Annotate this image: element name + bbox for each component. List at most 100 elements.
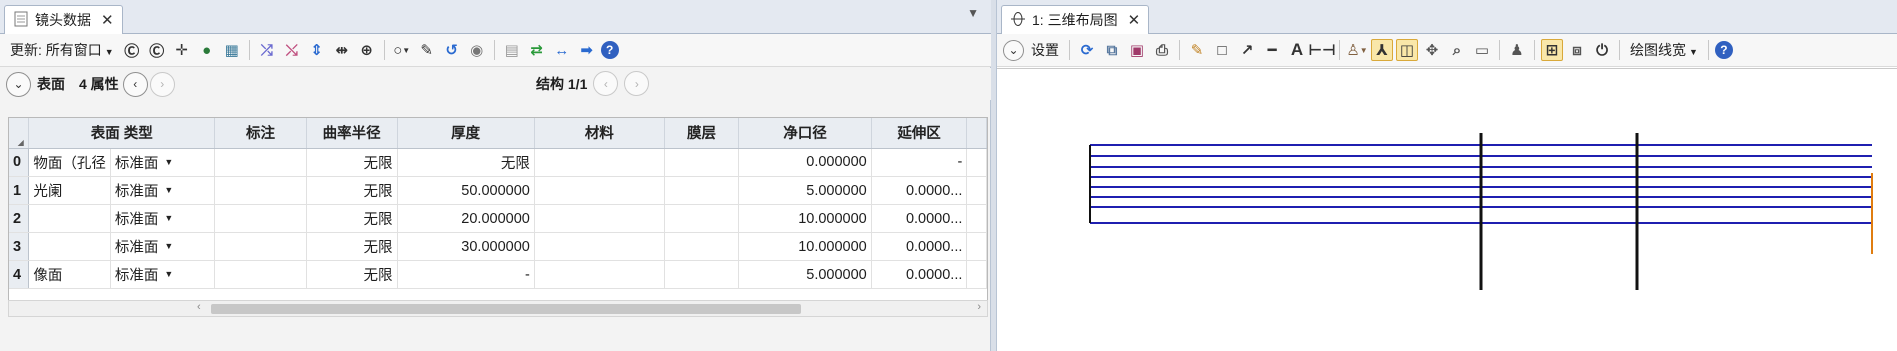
properties-label[interactable]: 4 属性 xyxy=(79,74,119,94)
image-icon[interactable]: ▭ xyxy=(1471,39,1493,61)
material-cell[interactable] xyxy=(534,260,665,289)
pencil-icon[interactable]: ✎ xyxy=(1186,39,1208,61)
power-icon[interactable]: ⏻ xyxy=(1591,39,1613,61)
arrow-line-icon[interactable]: ↗ xyxy=(1236,39,1258,61)
collapse-chevron-icon[interactable]: ⌄ xyxy=(6,71,31,97)
empty-cell[interactable] xyxy=(966,176,987,205)
clear-semi-diameter-cell[interactable]: 10.000000 xyxy=(738,232,872,261)
chip-zone-cell[interactable]: 0.0000... xyxy=(871,260,968,289)
thickness-cell[interactable]: 50.000000 xyxy=(397,176,535,205)
coating-cell[interactable] xyxy=(664,176,740,205)
merge-icon[interactable]: ⤯ xyxy=(281,39,303,61)
comment-cell[interactable] xyxy=(214,148,307,177)
help-icon[interactable]: ? xyxy=(1714,41,1733,59)
window-icon[interactable]: ⧈ xyxy=(1566,39,1588,61)
clear-semi-diameter-cell[interactable]: 10.000000 xyxy=(738,204,872,233)
coating-cell[interactable] xyxy=(664,204,740,233)
line-width-dropdown[interactable]: 绘图线宽 ▼ xyxy=(1626,40,1702,60)
empty-cell[interactable] xyxy=(966,260,987,289)
line-icon[interactable]: ━ xyxy=(1261,39,1283,61)
chip-zone-cell[interactable]: 0.0000... xyxy=(871,232,968,261)
surface-type-cell[interactable]: 标准面 ▼ xyxy=(110,176,215,205)
circle-icon[interactable]: ○ ▼ xyxy=(391,39,413,61)
clear-semi-diameter-cell[interactable]: 0.000000 xyxy=(738,148,872,177)
coating-cell[interactable] xyxy=(664,232,740,261)
arrows-h-icon[interactable]: ⇹ xyxy=(331,39,353,61)
surface-name-cell[interactable] xyxy=(28,204,111,233)
dropdown-arrow-icon[interactable]: ▼ xyxy=(164,241,173,251)
empty-cell[interactable] xyxy=(966,204,987,233)
column-header[interactable]: 厚度 xyxy=(397,118,535,149)
chip-zone-cell[interactable]: 0.0000... xyxy=(871,204,968,233)
column-header[interactable]: 材料 xyxy=(534,118,665,149)
globe-icon[interactable]: ● xyxy=(196,39,218,61)
comment-cell[interactable] xyxy=(214,232,307,261)
material-cell[interactable] xyxy=(534,232,665,261)
radius-cell[interactable]: 无限 xyxy=(306,148,398,177)
layout-canvas[interactable] xyxy=(997,68,1897,351)
clear-semi-diameter-cell[interactable]: 5.000000 xyxy=(738,176,872,205)
help-icon[interactable]: ? xyxy=(600,41,619,59)
refresh-icon[interactable]: ⟳ xyxy=(1076,39,1098,61)
person-icon[interactable]: ♟ xyxy=(1506,39,1528,61)
thickness-cell[interactable]: 30.000000 xyxy=(397,232,535,261)
column-header[interactable]: 净口径 xyxy=(738,118,872,149)
close-icon[interactable]: ✕ xyxy=(1128,11,1141,29)
column-header[interactable]: 膜层 xyxy=(664,118,740,149)
text-icon[interactable]: A xyxy=(1286,39,1308,61)
arrows-cross-icon[interactable]: ⊕ xyxy=(356,39,378,61)
thickness-cell[interactable]: - xyxy=(397,260,535,289)
material-cell[interactable] xyxy=(534,204,665,233)
copy-icon[interactable]: ⧉ xyxy=(1101,39,1123,61)
map-icon[interactable]: ▦ xyxy=(221,39,243,61)
surface-type-cell[interactable]: 标准面 ▼ xyxy=(110,148,215,177)
arrows-v-icon[interactable]: ⇕ xyxy=(306,39,328,61)
comment-cell[interactable] xyxy=(214,204,307,233)
surface-name-cell[interactable] xyxy=(28,232,111,261)
material-cell[interactable] xyxy=(534,148,665,177)
surface-name-cell[interactable]: 像面 xyxy=(28,260,111,289)
pane-menu-icon[interactable]: ▼ xyxy=(967,6,979,20)
next-config-button[interactable]: › xyxy=(624,71,650,96)
table-row[interactable]: 0 物面（孔径 标准面 ▼ 无限 无限 0.000000 - xyxy=(9,148,987,177)
surface-name-cell[interactable]: 光阑 xyxy=(28,176,111,205)
surface-type-cell[interactable]: 标准面 ▼ xyxy=(110,232,215,261)
column-header[interactable]: 曲率半径 xyxy=(306,118,398,149)
column-header[interactable]: 表面 类型 xyxy=(28,118,216,149)
scroll-right-icon[interactable]: › xyxy=(977,301,981,313)
scrollbar-thumb[interactable] xyxy=(211,304,801,314)
brush-icon[interactable]: ✎ xyxy=(416,39,438,61)
arrow-right-icon[interactable]: ➡ xyxy=(576,39,598,61)
surface-type-cell[interactable]: 标准面 ▼ xyxy=(110,204,215,233)
table-row[interactable]: 2 标准面 ▼ 无限 20.000000 10.000000 0.0000... xyxy=(9,204,987,233)
dropdown-arrow-icon[interactable]: ▼ xyxy=(164,185,173,195)
refresh-all-icon[interactable]: Ⓒ xyxy=(146,39,168,61)
radius-cell[interactable]: 无限 xyxy=(306,176,398,205)
thickness-cell[interactable]: 无限 xyxy=(397,148,535,177)
surface-name-cell[interactable]: 物面（孔径 xyxy=(28,148,111,177)
update-dropdown[interactable]: 更新: 所有窗口 ▼ xyxy=(6,40,118,60)
comment-cell[interactable] xyxy=(214,176,307,205)
next-surface-button[interactable]: › xyxy=(149,71,175,97)
refresh-icon[interactable]: Ⓒ xyxy=(121,39,143,61)
crosshair-icon[interactable]: ✛ xyxy=(171,39,193,61)
rectangle-icon[interactable]: □ xyxy=(1211,39,1233,61)
empty-cell[interactable] xyxy=(966,232,987,261)
toggle-icon[interactable]: ◉ xyxy=(466,39,488,61)
fit-icon[interactable]: ⊞ xyxy=(1541,39,1563,61)
column-header[interactable]: 延伸区 xyxy=(871,118,968,149)
table-row[interactable]: 4 像面 标准面 ▼ 无限 - 5.000000 0.0000... xyxy=(9,260,987,289)
zoom-icon[interactable]: ⌕ xyxy=(1446,39,1468,61)
material-cell[interactable] xyxy=(534,176,665,205)
exchange-icon[interactable]: ↔ xyxy=(551,39,573,61)
dropdown-arrow-icon[interactable]: ▼ xyxy=(164,157,173,167)
close-icon[interactable]: ✕ xyxy=(101,11,114,29)
table-row[interactable]: 3 标准面 ▼ 无限 30.000000 10.000000 0.0000... xyxy=(9,232,987,261)
empty-cell[interactable] xyxy=(966,148,987,177)
wrap-icon[interactable]: ↺ xyxy=(441,39,463,61)
dropdown-arrow-icon[interactable]: ▼ xyxy=(164,213,173,223)
radius-cell[interactable]: 无限 xyxy=(306,260,398,289)
scroll-left-icon[interactable]: ‹ xyxy=(197,301,201,313)
table-row[interactable]: 1 光阑 标准面 ▼ 无限 50.000000 5.000000 0.0000... xyxy=(9,176,987,205)
column-header[interactable]: 标注 xyxy=(214,118,307,149)
